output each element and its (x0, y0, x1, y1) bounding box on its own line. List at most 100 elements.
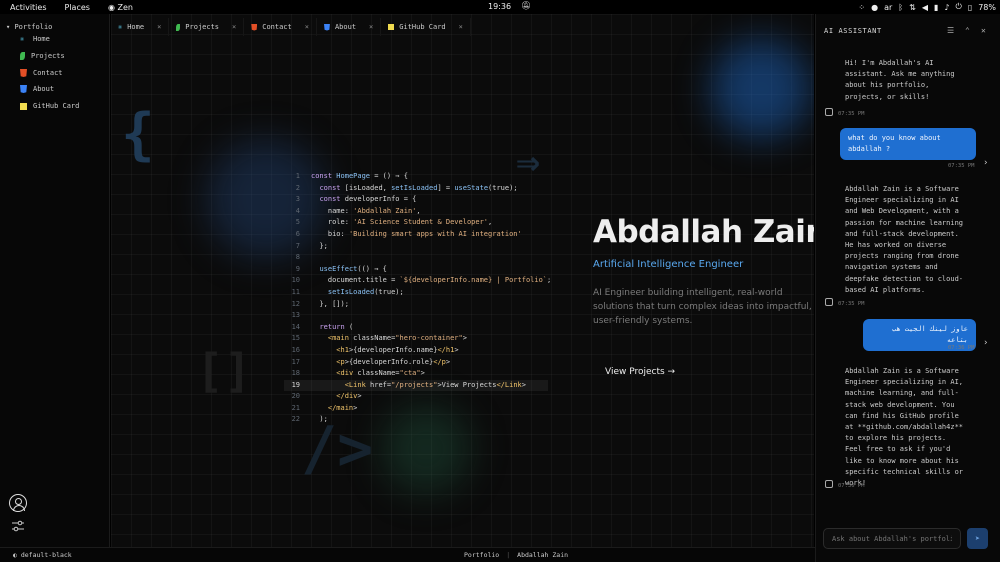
bot-icon (825, 108, 833, 116)
code-text: }, []); (311, 299, 349, 308)
code-line: 11 setIsLoaded(true); (284, 287, 551, 299)
breadcrumb-portfolio[interactable]: Portfolio (464, 551, 499, 559)
tab-label: GitHub Card (399, 23, 446, 31)
app-name: Zen (117, 2, 133, 12)
speaker-icon[interactable]: ♪ (944, 3, 949, 12)
code-text: <p>{developerInfo.role}</p> (336, 357, 451, 366)
notifications-off-icon[interactable]: 🔕︎ (521, 1, 531, 10)
breadcrumb-name[interactable]: Abdallah Zain (517, 551, 568, 559)
editor-area: { ⇒ [] /> ⚛ Home × Projects × Contact × Abou… (111, 14, 814, 547)
tab-about[interactable]: About × (317, 18, 382, 36)
hero-description: AI Engineer building intelligent, real-w… (593, 288, 812, 326)
status-bar: ◐ default-black Portfolio | Abdallah Zain (0, 547, 815, 562)
activities-button[interactable]: Activities (10, 3, 47, 12)
code-text: setIsLoaded(true); (327, 287, 404, 296)
clock[interactable]: 19:36 (488, 2, 511, 11)
message-timestamp: 07:36 PM (838, 483, 865, 489)
sidebar-item-label: Home (33, 35, 50, 43)
sidebar-item-home[interactable]: ⚛ Home (20, 33, 50, 45)
react-icon: ⚛ (20, 35, 25, 43)
chevron-up-icon[interactable]: ⌃ (965, 26, 970, 35)
code-text: bio: 'Building smart apps with AI integr… (311, 229, 522, 238)
code-text: const developerInfo = { (319, 195, 417, 204)
app-menu[interactable]: ◉ Zen (108, 3, 133, 12)
line-number: 22 (291, 415, 300, 424)
sidebar-item-label: Contact (33, 69, 63, 77)
send-button[interactable]: ➤ (967, 528, 988, 549)
close-icon[interactable]: × (157, 23, 161, 31)
close-icon[interactable]: × (369, 23, 373, 31)
code-text: document.title = `${developerInfo.name} … (311, 276, 552, 285)
code-line: 6 bio: 'Building smart apps with AI inte… (284, 229, 551, 241)
close-icon[interactable]: × (232, 23, 236, 31)
view-projects-button[interactable]: View Projects → (605, 367, 675, 377)
background-glow (711, 39, 811, 139)
power-icon[interactable]: ⏻ (955, 2, 961, 12)
code-line: 18 <div className="cta"> (284, 368, 551, 380)
bluetooth-icon[interactable]: ᛒ (898, 3, 903, 12)
line-number: 3 (295, 195, 300, 204)
code-line: 8 (284, 252, 551, 264)
brackets-decoration: [] (196, 344, 252, 398)
language-indicator[interactable]: ar (884, 3, 892, 12)
tab-contact[interactable]: Contact × (244, 18, 317, 36)
sidebar-item-label: Projects (31, 52, 65, 60)
code-line: 16 <h1>{developerInfo.name}</h1> (284, 345, 551, 357)
tab-github-card[interactable]: GitHub Card × (381, 18, 471, 36)
js-icon (20, 102, 27, 110)
user-message: what do you know about abdallah ? (840, 128, 976, 160)
code-line: 5 role: 'AI Science Student & Developer'… (284, 217, 551, 229)
chevron-right-icon[interactable]: › (983, 158, 988, 168)
tab-home[interactable]: ⚛ Home × (111, 18, 170, 36)
menu-icon[interactable]: ☰ (947, 26, 954, 35)
code-line: 19 <Link href="/projects">View Projects<… (284, 379, 548, 392)
close-icon[interactable]: × (459, 23, 463, 31)
leaf-icon (20, 52, 25, 60)
code-text: return ( (319, 322, 354, 331)
sidebar-item-about[interactable]: About (20, 83, 54, 95)
network-icon[interactable]: ⇅ (909, 3, 916, 12)
settings-sliders-icon[interactable] (11, 519, 25, 533)
line-number: 12 (291, 299, 300, 308)
battery-icon[interactable]: ▯ (968, 3, 972, 12)
line-number: 9 (295, 264, 300, 273)
line-number: 2 (295, 183, 300, 192)
account-icon[interactable] (9, 494, 27, 512)
code-line: 15 <main className="hero-container"> (284, 333, 551, 345)
code-text: useEffect(() ⇒ { (319, 264, 387, 273)
sidebar-item-contact[interactable]: Contact (20, 67, 63, 79)
chevron-right-icon[interactable]: › (983, 338, 988, 348)
microphone-icon[interactable]: ▮ (934, 3, 938, 12)
apps-grid-icon[interactable]: ⁘ (858, 3, 865, 12)
system-tray[interactable]: ⁘ ● ar ᛒ ⇅ ◀ ▮ ♪ ⏻ ▯ 78% (858, 2, 996, 12)
code-text: <div className="cta"> (336, 369, 425, 378)
code-line: 14 return ( (284, 322, 551, 334)
places-menu[interactable]: Places (65, 3, 90, 12)
code-text: </main> (327, 403, 358, 412)
html-icon (20, 69, 27, 77)
close-icon[interactable]: × (305, 23, 309, 31)
hero-name: Abdallah Zain (593, 214, 814, 250)
zen-icon: ◉ (107, 2, 115, 12)
line-number: 14 (291, 322, 300, 331)
breadcrumb: Portfolio | Abdallah Zain (464, 551, 569, 559)
sidebar-item-projects[interactable]: Projects (20, 50, 65, 62)
code-snippet: 1 const HomePage = () ⇒ {2 const [isLoade… (284, 171, 551, 426)
code-line: 2 const [isLoaded, setIsLoaded] = useSta… (284, 183, 551, 195)
code-line: 12 }, []); (284, 299, 551, 311)
explorer-root[interactable]: ▾ Portfolio (6, 23, 52, 31)
user-icon[interactable]: ● (871, 3, 878, 12)
message-timestamp: 07:36 PM (948, 345, 975, 351)
code-text: </div> (336, 392, 362, 401)
code-text: const HomePage = () ⇒ { (311, 172, 408, 180)
tab-projects[interactable]: Projects × (169, 18, 245, 36)
sidebar-item-github-card[interactable]: GitHub Card (20, 100, 79, 112)
chevron-down-icon: ▾ (6, 23, 11, 31)
close-icon[interactable]: ✕ (981, 26, 986, 35)
code-text: <Link href="/projects">View Projects</Li… (344, 380, 526, 389)
theme-indicator[interactable]: ◐ default-black (13, 551, 72, 559)
code-text: ); (311, 415, 328, 424)
volume-icon[interactable]: ◀ (922, 3, 928, 12)
hero-role: Artificial Intelligence Engineer (593, 259, 744, 270)
chat-input[interactable] (823, 528, 961, 549)
